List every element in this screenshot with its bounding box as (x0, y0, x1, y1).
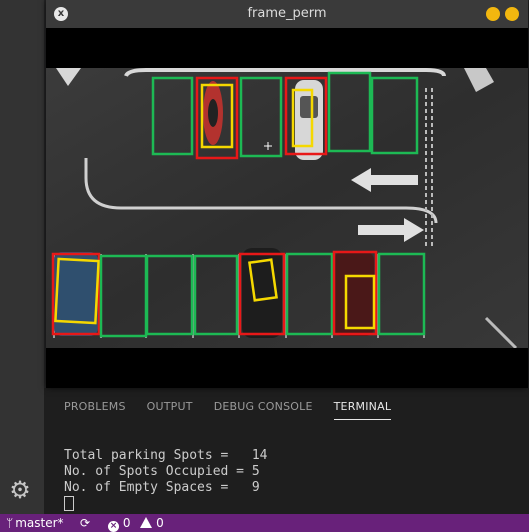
error-count: 0 (122, 516, 131, 530)
panel-tabs: PROBLEMS OUTPUT DEBUG CONSOLE TERMINAL (64, 400, 412, 420)
parking-lot-image (46, 68, 528, 348)
image-frame (46, 28, 528, 388)
terminal-output[interactable]: Total parking Spots = 14 No. of Spots Occ… (64, 448, 268, 514)
warning-count: 0 (156, 516, 164, 530)
status-bar: ᛘ master* ⟳ × 0 0 (0, 514, 529, 532)
sync-icon[interactable]: ⟳ (80, 514, 90, 532)
error-icon: × (108, 521, 119, 532)
tab-output[interactable]: OUTPUT (147, 400, 193, 420)
gear-icon[interactable]: ⚙ (6, 476, 34, 504)
car (334, 252, 374, 336)
terminal-cursor (64, 496, 268, 514)
tab-terminal[interactable]: TERMINAL (333, 400, 392, 420)
terminal-line: No. of Spots Occupied = 5 (64, 464, 260, 479)
terminal-line: No. of Empty Spaces = 9 (64, 480, 260, 495)
tab-problems[interactable]: PROBLEMS (64, 400, 126, 420)
bottom-panel: PROBLEMS OUTPUT DEBUG CONSOLE TERMINAL T… (44, 388, 529, 514)
terminal-line: Total parking Spots = 14 (64, 448, 268, 463)
minimize-button[interactable] (486, 7, 500, 21)
car (295, 80, 323, 160)
git-branch-icon: ᛘ (6, 516, 14, 530)
warning-icon (140, 517, 153, 528)
branch-name: master* (15, 516, 64, 530)
image-window[interactable]: x frame_perm (46, 0, 528, 388)
maximize-button[interactable] (505, 7, 519, 21)
tab-debug-console[interactable]: DEBUG CONSOLE (214, 400, 313, 420)
branch-indicator[interactable]: ᛘ master* (6, 514, 64, 532)
problems-indicator[interactable]: × 0 0 (108, 514, 164, 532)
activity-bar: ⚙ (0, 0, 44, 514)
window-title: frame_perm (247, 6, 327, 21)
window-titlebar[interactable]: x frame_perm (46, 0, 528, 28)
